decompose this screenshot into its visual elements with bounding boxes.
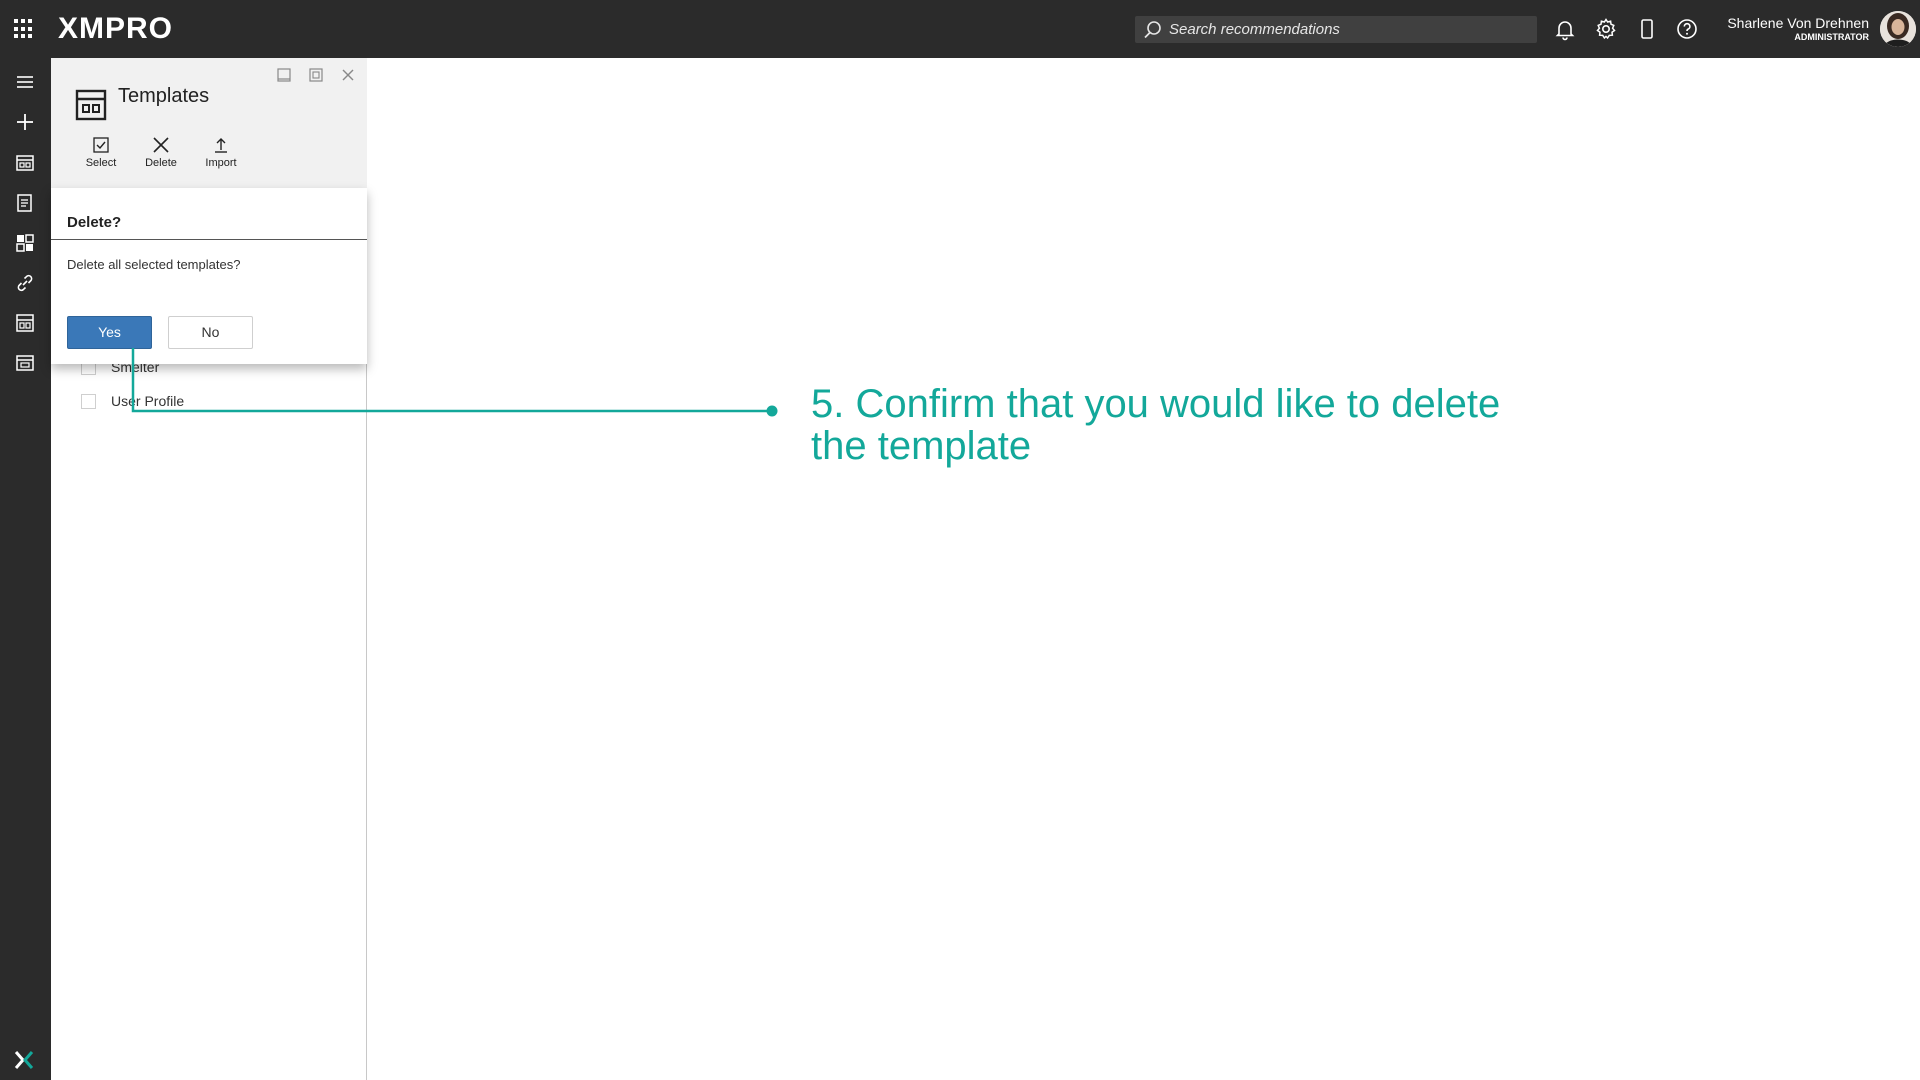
menu-icon[interactable] [13, 70, 37, 94]
upload-icon [215, 138, 227, 153]
import-button[interactable]: Import [196, 136, 246, 180]
gear-icon[interactable] [1594, 17, 1618, 41]
dialog-message: Delete all selected templates? [67, 257, 241, 272]
list-item-checkbox[interactable] [81, 394, 96, 409]
avatar[interactable] [1880, 11, 1916, 47]
add-icon[interactable] [13, 110, 37, 134]
minimize-icon[interactable] [275, 66, 293, 84]
top-bar: XMPRO Search recommendations Sharlene Vo… [0, 0, 1920, 58]
user-name[interactable]: Sharlene Von Drehnen [1727, 15, 1869, 31]
delete-dialog: Delete? Delete all selected templates? Y… [51, 188, 367, 364]
no-button[interactable]: No [168, 316, 253, 349]
panel-header: Templates Select Delete Import [51, 58, 367, 188]
search-input[interactable]: Search recommendations [1135, 16, 1537, 43]
import-label: Import [205, 157, 237, 169]
app-designer-icon[interactable] [13, 151, 37, 175]
mobile-icon[interactable] [1635, 17, 1659, 41]
close-icon[interactable] [339, 66, 357, 84]
xmpro-logo-icon[interactable] [13, 1049, 35, 1071]
bell-icon[interactable] [1553, 17, 1577, 41]
yes-button[interactable]: Yes [67, 316, 152, 349]
data-streams-icon[interactable] [13, 231, 37, 255]
search-placeholder: Search recommendations [1169, 21, 1340, 38]
panel-title: Templates [118, 85, 210, 107]
search-icon [1144, 21, 1161, 39]
user-role: ADMINISTRATOR [1794, 32, 1869, 42]
select-button[interactable]: Select [76, 136, 126, 180]
delete-label: Delete [145, 157, 177, 169]
callout-text: 5. Confirm that you would like to delete… [811, 382, 1501, 468]
templates-icon[interactable] [13, 311, 37, 335]
list-item-label: User Profile [111, 393, 185, 409]
integrations-icon[interactable] [13, 271, 37, 295]
maximize-icon[interactable] [307, 66, 325, 84]
app-logo[interactable]: XMPRO [58, 12, 173, 46]
dialog-title: Delete? [67, 214, 122, 231]
pages-icon[interactable] [13, 351, 37, 375]
templates-panel-icon [75, 89, 107, 121]
left-nav [0, 58, 51, 1080]
recommendations-icon[interactable] [13, 191, 37, 215]
delete-button[interactable]: Delete [136, 136, 186, 180]
checkbox-icon [93, 137, 109, 153]
select-label: Select [85, 157, 117, 169]
help-icon[interactable] [1675, 17, 1699, 41]
apps-icon[interactable] [14, 19, 34, 39]
x-icon [153, 137, 169, 153]
dialog-divider [51, 239, 367, 240]
callout-dot [766, 405, 778, 417]
